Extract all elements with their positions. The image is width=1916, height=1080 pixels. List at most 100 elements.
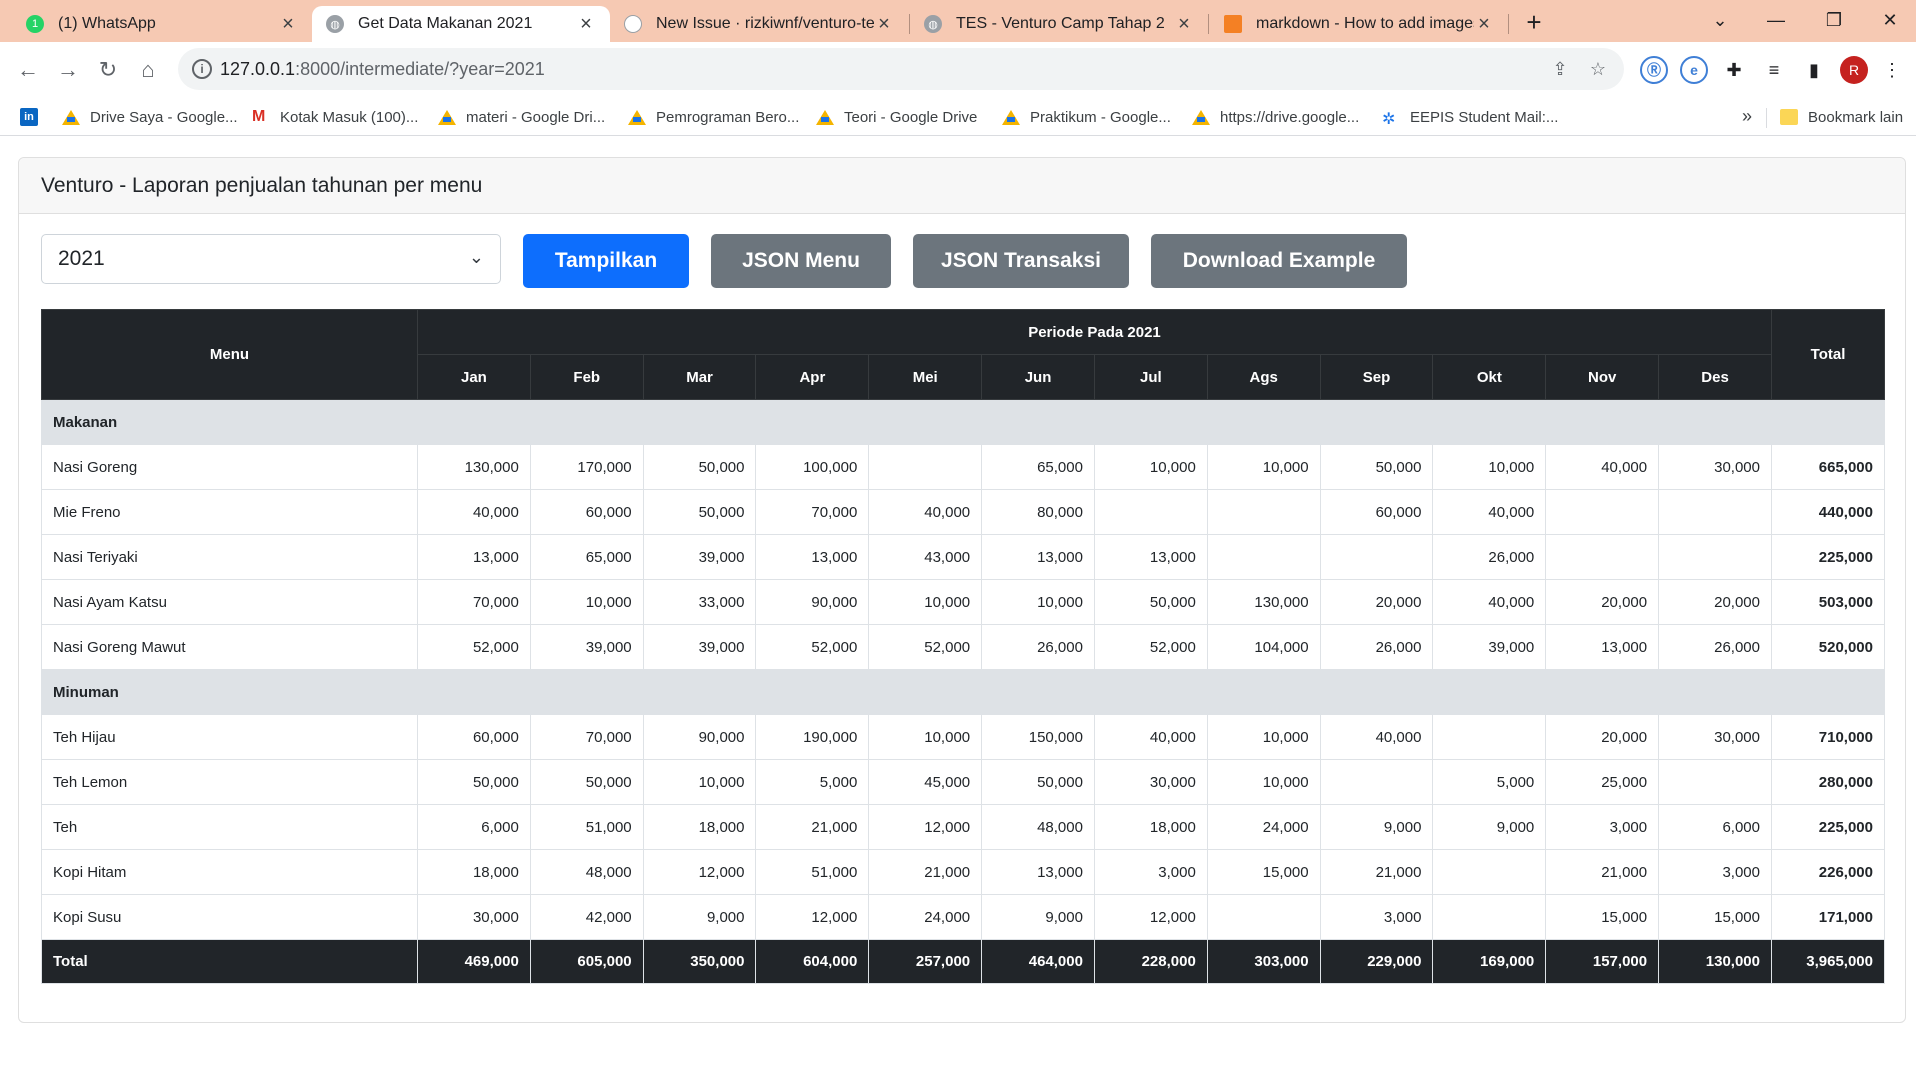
month-total-cell: 130,000 bbox=[1658, 939, 1772, 984]
reload-icon[interactable]: ↻ bbox=[90, 52, 126, 88]
total-row-label: Total bbox=[41, 939, 418, 984]
json-menu-button[interactable]: JSON Menu bbox=[711, 234, 891, 288]
month-value-cell bbox=[1658, 534, 1772, 580]
month-value-cell: 70,000 bbox=[417, 579, 531, 625]
close-icon[interactable]: × bbox=[278, 13, 298, 36]
table-row: Nasi Goreng Mawut 52,000 39,000 39,000 52,00… bbox=[41, 624, 1885, 670]
menu-name-cell: Teh bbox=[41, 804, 418, 850]
folder-icon bbox=[1780, 109, 1798, 125]
tab-whatsapp[interactable]: 1 (1) WhatsApp × bbox=[12, 6, 312, 42]
bookmark-item[interactable]: Teori - Google Drive bbox=[816, 106, 977, 128]
bookmark-item[interactable]: ✲ EEPIS Student Mail:... bbox=[1382, 106, 1558, 129]
tab-label: TES - Venturo Camp Tahap 2 bbox=[956, 15, 1165, 32]
side-panel-icon[interactable]: ▮ bbox=[1800, 56, 1828, 84]
table-row: Teh Hijau 60,000 70,000 90,000 190,000 10,000… bbox=[41, 714, 1885, 760]
tab-markdown[interactable]: markdown - How to add images × bbox=[1210, 6, 1508, 42]
month-value-cell bbox=[868, 444, 983, 490]
month-value-cell: 60,000 bbox=[529, 489, 644, 535]
month-value-cell: 10,000 bbox=[1206, 444, 1321, 490]
month-value-cell: 40,000 bbox=[417, 489, 531, 535]
menu-name-cell: Mie Freno bbox=[41, 489, 418, 535]
table-row: Kopi Hitam 18,000 48,000 12,000 51,000 21,000… bbox=[41, 849, 1885, 895]
bookmark-item[interactable]: Pemrograman Bero... bbox=[628, 106, 799, 128]
close-icon[interactable]: × bbox=[874, 13, 894, 36]
new-tab-button[interactable]: + bbox=[1518, 6, 1550, 38]
json-transaksi-button[interactable]: JSON Transaksi bbox=[913, 234, 1129, 288]
month-value-cell: 20,000 bbox=[1319, 579, 1434, 625]
month-total-cell: 350,000 bbox=[642, 939, 757, 984]
month-value-cell: 13,000 bbox=[755, 534, 870, 580]
close-icon[interactable]: × bbox=[1174, 13, 1194, 36]
table-row: Nasi Goreng 130,000 170,000 50,000 100,000 65… bbox=[41, 444, 1885, 490]
month-value-cell: 18,000 bbox=[417, 849, 531, 895]
menu-name-cell: Teh Lemon bbox=[41, 759, 418, 805]
month-value-cell: 50,000 bbox=[417, 759, 531, 805]
close-icon[interactable]: × bbox=[1474, 13, 1494, 36]
month-value-cell: 90,000 bbox=[642, 714, 757, 760]
bookmark-label: Teori - Google Drive bbox=[844, 108, 978, 126]
month-value-cell: 13,000 bbox=[1545, 624, 1660, 670]
tab-tes-venturo[interactable]: ◍ TES - Venturo Camp Tahap 2 × bbox=[910, 6, 1208, 42]
month-header: Mei bbox=[868, 354, 983, 400]
back-icon[interactable]: ← bbox=[10, 52, 46, 88]
month-header: Mar bbox=[642, 354, 757, 400]
media-control-icon[interactable]: ≡ bbox=[1760, 56, 1788, 84]
home-icon[interactable]: ⌂ bbox=[130, 52, 166, 88]
month-value-cell: 60,000 bbox=[1319, 489, 1434, 535]
bookmark-item[interactable]: materi - Google Dri... bbox=[438, 106, 605, 128]
address-bar[interactable]: i 127.0.0.1:8000/intermediate/?year=2021… bbox=[178, 48, 1624, 90]
extension-r-icon[interactable]: Ⓡ bbox=[1640, 56, 1668, 84]
restore-button[interactable]: ❐ bbox=[1810, 4, 1858, 36]
month-value-cell: 33,000 bbox=[642, 579, 757, 625]
linkedin-icon: in bbox=[20, 108, 38, 126]
url-path: :8000/intermediate/?year=2021 bbox=[295, 59, 545, 79]
month-value-cell bbox=[1432, 894, 1547, 940]
bookmarks-divider bbox=[1766, 108, 1767, 128]
bookmark-linkedin[interactable]: in bbox=[20, 106, 38, 128]
site-info-icon[interactable]: i bbox=[192, 59, 212, 79]
url-text[interactable]: 127.0.0.1:8000/intermediate/?year=2021 bbox=[220, 59, 545, 80]
share-icon[interactable]: ⇪ bbox=[1548, 57, 1572, 81]
extensions-puzzle-icon[interactable]: ✚ bbox=[1720, 56, 1748, 84]
month-value-cell: 130,000 bbox=[1206, 579, 1321, 625]
menu-name-cell: Nasi Ayam Katsu bbox=[41, 579, 418, 625]
google-drive-icon bbox=[1192, 109, 1210, 125]
forward-icon[interactable]: → bbox=[50, 52, 86, 88]
bookmark-item[interactable]: Praktikum - Google... bbox=[1002, 106, 1171, 128]
month-header: Apr bbox=[755, 354, 870, 400]
month-value-cell: 12,000 bbox=[642, 849, 757, 895]
bookmark-star-icon[interactable]: ☆ bbox=[1586, 57, 1610, 81]
close-icon[interactable]: × bbox=[576, 13, 596, 36]
month-header: Okt bbox=[1432, 354, 1547, 400]
month-header: Sep bbox=[1319, 354, 1434, 400]
show-button[interactable]: Tampilkan bbox=[523, 234, 689, 288]
month-value-cell: 18,000 bbox=[1093, 804, 1208, 850]
month-value-cell: 65,000 bbox=[529, 534, 644, 580]
avatar[interactable]: R bbox=[1840, 56, 1868, 84]
tab-get-data-makanan[interactable]: ◍ Get Data Makanan 2021 × bbox=[312, 6, 610, 42]
row-total-cell: 225,000 bbox=[1771, 804, 1885, 850]
download-example-button[interactable]: Download Example bbox=[1151, 234, 1407, 288]
month-value-cell: 6,000 bbox=[1658, 804, 1772, 850]
bookmarks-more-button[interactable]: » bbox=[1742, 106, 1752, 127]
menu-kebab-icon[interactable]: ⋮ bbox=[1878, 56, 1906, 84]
bookmark-item[interactable]: Drive Saya - Google... bbox=[62, 106, 238, 128]
minimize-button[interactable]: — bbox=[1752, 4, 1800, 36]
other-bookmarks[interactable]: Bookmark lain bbox=[1780, 106, 1903, 128]
bookmark-item[interactable]: https://drive.google... bbox=[1192, 106, 1359, 128]
tab-search-icon[interactable]: ⌄ bbox=[1696, 4, 1744, 36]
year-select[interactable]: 2021 ⌄ bbox=[41, 234, 501, 284]
gmail-icon: M bbox=[252, 108, 266, 125]
tab-new-issue[interactable]: New Issue · rizkiwnf/venturo-test × bbox=[610, 6, 908, 42]
window-close-button[interactable]: ✕ bbox=[1866, 4, 1914, 36]
month-value-cell: 3,000 bbox=[1545, 804, 1660, 850]
tab-label: (1) WhatsApp bbox=[58, 15, 156, 32]
month-value-cell: 13,000 bbox=[1093, 534, 1208, 580]
month-value-cell: 43,000 bbox=[868, 534, 983, 580]
row-total-cell: 520,000 bbox=[1771, 624, 1885, 670]
extension-circle-icon[interactable]: e bbox=[1680, 56, 1708, 84]
bookmark-item[interactable]: M Kotak Masuk (100)... bbox=[252, 106, 418, 128]
month-value-cell: 10,000 bbox=[981, 579, 1095, 625]
month-value-cell: 50,000 bbox=[1319, 444, 1434, 490]
month-value-cell: 50,000 bbox=[529, 759, 644, 805]
